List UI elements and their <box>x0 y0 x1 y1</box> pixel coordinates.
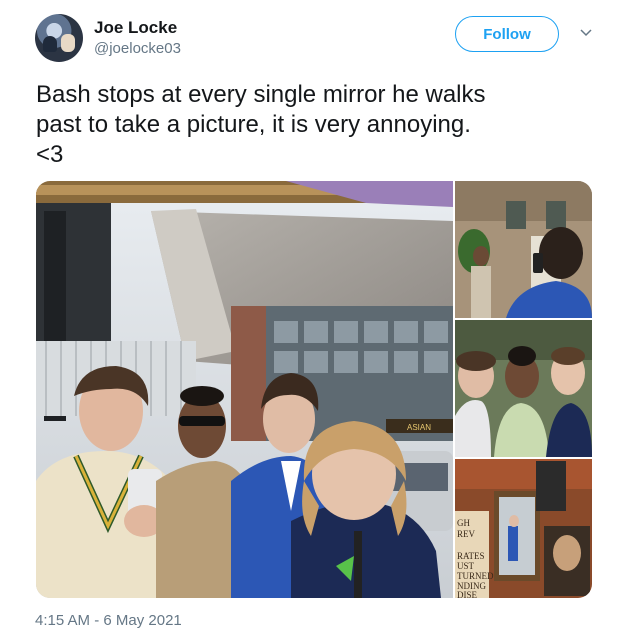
photo-collage: ASIAN GH REV RATES UST TURNED NDING DISE <box>36 181 592 598</box>
svg-text:TURNED: TURNED <box>457 571 494 581</box>
svg-text:RATES: RATES <box>457 551 485 561</box>
chevron-down-icon[interactable] <box>579 26 593 40</box>
middle-right-photo <box>455 320 592 457</box>
top-right-photo <box>455 181 592 318</box>
tweet-timestamp[interactable]: 4:15 AM - 6 May 2021 <box>35 612 182 629</box>
tweet-text: Bash stops at every single mirror he wal… <box>36 81 486 168</box>
bottom-right-photo: GH REV RATES UST TURNED NDING DISE <box>455 459 592 598</box>
shop-sign-text: ASIAN <box>407 423 431 432</box>
svg-text:UST: UST <box>457 561 475 571</box>
svg-text:REV: REV <box>457 529 476 539</box>
avatar[interactable] <box>35 14 83 62</box>
main-photo: ASIAN <box>36 181 453 598</box>
tweet-header: Joe Locke @joelocke03 Follow <box>35 14 600 62</box>
author-handle[interactable]: @joelocke03 <box>94 40 181 57</box>
tweet-media[interactable]: ASIAN GH REV RATES UST TURNED NDING DISE <box>36 181 592 598</box>
svg-text:GH: GH <box>457 518 470 528</box>
follow-button[interactable]: Follow <box>455 16 559 52</box>
svg-text:DISE: DISE <box>457 590 478 598</box>
author-name[interactable]: Joe Locke <box>94 18 177 38</box>
